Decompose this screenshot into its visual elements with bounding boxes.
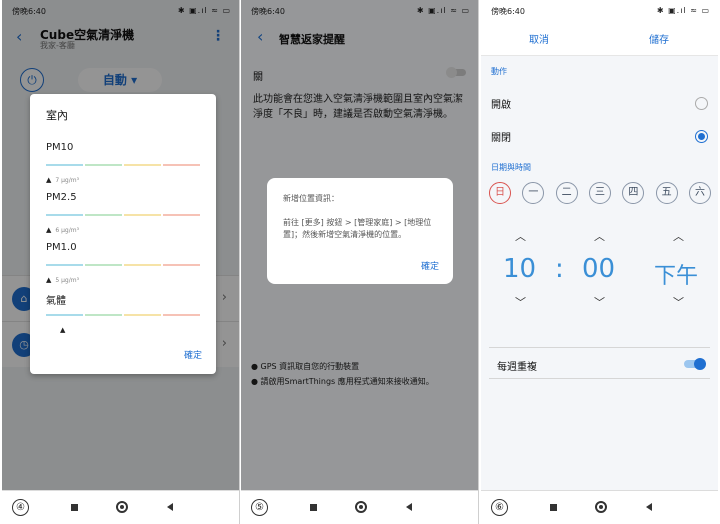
back-button-icon[interactable] bbox=[646, 503, 652, 511]
repeat-label: 每週重複 bbox=[497, 362, 537, 373]
back-button-icon[interactable] bbox=[167, 503, 173, 511]
weekly-repeat-row: 每週重複 bbox=[489, 347, 710, 379]
minute-value[interactable]: 00 bbox=[582, 254, 615, 284]
level-marker: ▲ 6 μg/m³ bbox=[46, 226, 79, 234]
location-dialog: 新增位置資訊： 前往 [更多] 按鈕 > [管理家庭] > [地理位置]；然後新… bbox=[267, 178, 453, 284]
status-bar: 傍晚6:40 ✱ ▣.ıl ≈ ▭ bbox=[481, 0, 718, 22]
metric-value: 6 μg/m³ bbox=[55, 227, 80, 234]
option-off-radio[interactable] bbox=[695, 130, 708, 143]
day-sat[interactable]: 六 bbox=[688, 182, 711, 204]
recent-apps-icon[interactable] bbox=[71, 504, 78, 511]
step-number: ④ bbox=[12, 499, 29, 516]
metric-value: 5 μg/m³ bbox=[55, 277, 80, 284]
option-off-label: 關閉 bbox=[491, 133, 511, 144]
ampm-down-icon[interactable]: ﹀ bbox=[673, 294, 684, 310]
dialog-heading: 新增位置資訊： bbox=[283, 194, 339, 203]
option-on-label: 開啟 bbox=[491, 100, 511, 111]
phone-screen-air-quality: 傍晚6:40 ✱ ▣.ıl ≈ ▭ ‹ Cube空氣清淨機 我家-客廳 ⋮ ⏻ … bbox=[2, 0, 240, 524]
nav-bar: ⑥ bbox=[481, 490, 718, 524]
metric-pm10: PM10 ▲ 7 μg/m³ bbox=[46, 142, 200, 192]
option-on-radio[interactable] bbox=[695, 97, 708, 110]
phone-screen-schedule: 傍晚6:40 ✱ ▣.ıl ≈ ▭ 取消 儲存 動作 開啟 關閉 日期與時間 日… bbox=[481, 0, 718, 524]
metric-gas: 氣體 ▲ bbox=[46, 292, 200, 342]
status-icons: ✱ ▣.ıl ≈ ▭ bbox=[656, 6, 710, 15]
day-sun[interactable]: 日 bbox=[489, 182, 511, 204]
day-tue[interactable]: 二 bbox=[555, 182, 578, 204]
home-button-icon[interactable] bbox=[116, 501, 128, 513]
save-button[interactable]: 儲存 bbox=[649, 31, 669, 46]
metric-pm25: PM2.5 ▲ 6 μg/m³ bbox=[46, 192, 200, 242]
metric-name: PM10 bbox=[46, 142, 74, 153]
metric-pm1: PM1.0 ▲ 5 μg/m³ bbox=[46, 242, 200, 292]
indoor-air-dialog: 室內 PM10 ▲ 7 μg/m³ PM2.5 ▲ 6 μg/m³ PM1.0 ▲ 5… bbox=[30, 94, 216, 374]
app-content: 取消 儲存 動作 開啟 關閉 日期與時間 日 一 二 三 四 五 六 ︿ ︿ ︿ bbox=[481, 22, 718, 490]
home-button-icon[interactable] bbox=[595, 501, 607, 513]
marker-triangle-icon: ▲ bbox=[46, 226, 52, 234]
repeat-toggle[interactable] bbox=[684, 358, 706, 370]
nav-bar: ⑤ bbox=[241, 490, 478, 524]
day-fri[interactable]: 五 bbox=[655, 182, 678, 204]
metric-name: PM1.0 bbox=[46, 242, 77, 253]
status-time: 傍晚6:40 bbox=[491, 7, 525, 16]
quality-scale-bar bbox=[46, 314, 200, 316]
dialog-heading: 室內 bbox=[46, 109, 68, 122]
confirm-button[interactable]: 確定 bbox=[421, 259, 439, 272]
marker-triangle-icon: ▲ bbox=[46, 276, 52, 284]
step-number: ⑥ bbox=[491, 499, 508, 516]
action-section-title: 動作 bbox=[491, 67, 507, 76]
home-button-icon[interactable] bbox=[355, 501, 367, 513]
ampm-up-icon[interactable]: ︿ bbox=[673, 228, 684, 244]
weekday-selector: 日 一 二 三 四 五 六 bbox=[489, 182, 711, 204]
hour-up-icon[interactable]: ︿ bbox=[515, 228, 526, 244]
hour-value[interactable]: 10 bbox=[503, 254, 536, 284]
ampm-value[interactable]: 下午 bbox=[654, 258, 698, 290]
confirm-button[interactable]: 確定 bbox=[184, 348, 202, 361]
level-marker: ▲ bbox=[60, 326, 65, 334]
recent-apps-icon[interactable] bbox=[550, 504, 557, 511]
hour-down-icon[interactable]: ﹀ bbox=[515, 294, 526, 310]
day-wed[interactable]: 三 bbox=[588, 182, 611, 204]
time-separator: : bbox=[555, 254, 564, 284]
screenshot-collage: 傍晚6:40 ✱ ▣.ıl ≈ ▭ ‹ Cube空氣清淨機 我家-客廳 ⋮ ⏻ … bbox=[0, 0, 720, 524]
marker-triangle-icon: ▲ bbox=[46, 176, 52, 184]
minute-up-icon[interactable]: ︿ bbox=[594, 228, 605, 244]
phone-screen-home-reminder: 傍晚6:40 ✱ ▣.ıl ≈ ▭ ‹ 智慧返家提醒 關 此功能會在您進入空氣清… bbox=[241, 0, 479, 524]
quality-scale-bar bbox=[46, 214, 200, 216]
cancel-button[interactable]: 取消 bbox=[529, 31, 549, 46]
minute-down-icon[interactable]: ﹀ bbox=[594, 294, 605, 310]
dialog-body: 前往 [更多] 按鈕 > [管理家庭] > [地理位置]；然後新增空氣清淨機的位… bbox=[283, 218, 432, 239]
quality-scale-bar bbox=[46, 264, 200, 266]
datetime-section-title: 日期與時間 bbox=[491, 163, 531, 172]
metric-value: 7 μg/m³ bbox=[55, 177, 80, 184]
marker-triangle-icon: ▲ bbox=[60, 326, 66, 334]
day-thu[interactable]: 四 bbox=[622, 182, 645, 204]
day-mon[interactable]: 一 bbox=[522, 182, 545, 204]
recent-apps-icon[interactable] bbox=[310, 504, 317, 511]
metric-name: 氣體 bbox=[46, 296, 66, 307]
back-button-icon[interactable] bbox=[406, 503, 412, 511]
quality-scale-bar bbox=[46, 164, 200, 166]
step-number: ⑤ bbox=[251, 499, 268, 516]
nav-bar: ④ bbox=[2, 490, 239, 524]
metric-name: PM2.5 bbox=[46, 192, 77, 203]
level-marker: ▲ 7 μg/m³ bbox=[46, 176, 79, 184]
level-marker: ▲ 5 μg/m³ bbox=[46, 276, 79, 284]
